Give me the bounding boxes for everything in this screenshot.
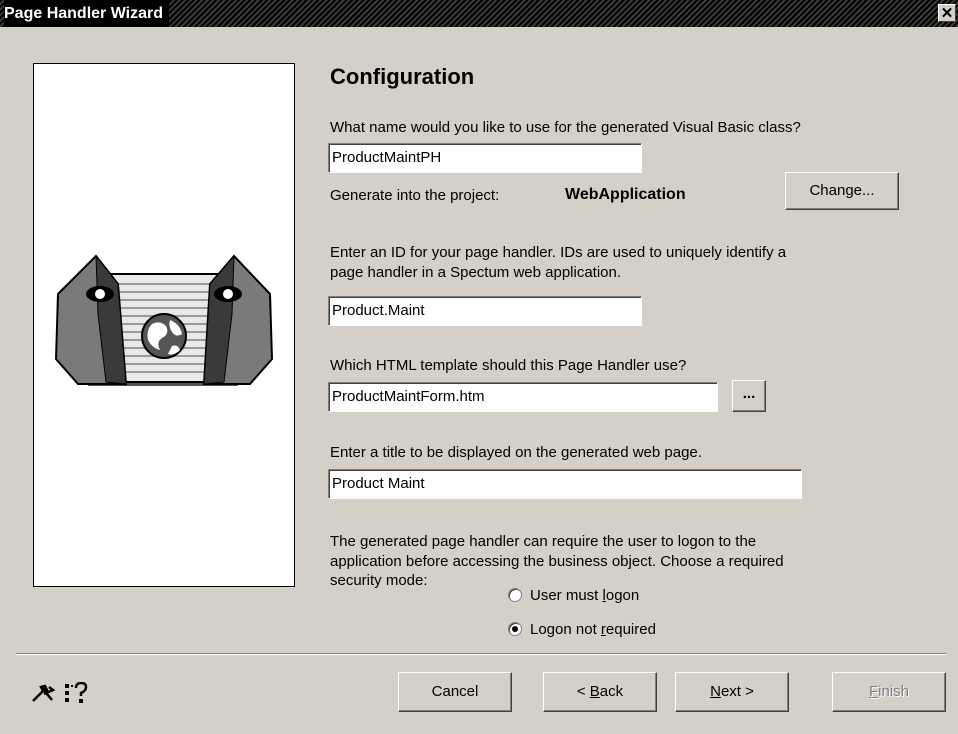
label-part: ext > <box>720 683 754 700</box>
template-input[interactable]: ProductMaintForm.htm <box>328 382 718 412</box>
radio-label-part: User must <box>530 587 603 604</box>
security-text-line2: application before accessing the busines… <box>330 553 784 570</box>
radio-label: User must logon <box>530 587 639 604</box>
close-icon: ✕ <box>940 5 954 22</box>
window-title: Page Handler Wizard <box>4 0 170 27</box>
help-tree-icon[interactable] <box>64 681 90 704</box>
wizard-image-panel <box>33 63 295 587</box>
footer-separator <box>16 653 946 655</box>
next-button-label: Next > <box>710 683 754 700</box>
radio-label-part: equired <box>605 621 656 638</box>
template-label: Which HTML template should this Page Han… <box>330 357 687 374</box>
change-button[interactable]: Change... <box>785 172 899 210</box>
id-instructions-line2: page handler in a Spectum web applicatio… <box>330 264 622 281</box>
security-text-line3: security mode: <box>330 572 428 589</box>
label-accel: N <box>710 683 721 700</box>
finish-button-label: Finish <box>869 683 909 700</box>
label-part: ack <box>599 683 624 700</box>
page-handler-id-input[interactable]: Product.Maint <box>328 296 642 326</box>
title-label: Enter a title to be displayed on the gen… <box>330 444 702 461</box>
project-name: WebApplication <box>565 186 686 203</box>
security-text-line1: The generated page handler can require t… <box>330 533 757 550</box>
radio-button-selected[interactable] <box>508 622 522 636</box>
label-part: < <box>576 683 590 700</box>
tools-icon[interactable] <box>30 684 56 704</box>
label-accel: F <box>868 683 879 700</box>
page-heading: Configuration <box>330 64 475 89</box>
class-name-label: What name would you like to use for the … <box>330 119 801 136</box>
back-button[interactable]: < Back <box>543 672 657 712</box>
wizard-window: Page Handler Wizard ✕ Configuration What… <box>0 0 958 734</box>
change-button-label: Change... <box>809 182 875 199</box>
label-part: inish <box>878 683 910 700</box>
class-name-input[interactable]: ProductMaintPH <box>328 143 642 173</box>
project-label: Generate into the project: <box>330 187 500 204</box>
radio-label-part: ogon <box>605 587 640 604</box>
radio-label: Logon not required <box>530 621 656 638</box>
next-button[interactable]: Next > <box>675 672 789 712</box>
cancel-button-label: Cancel <box>431 683 479 700</box>
radio-button[interactable] <box>508 588 522 602</box>
cancel-button[interactable]: Cancel <box>398 672 512 712</box>
finish-button[interactable]: Finish <box>832 672 946 712</box>
title-bar[interactable]: Page Handler Wizard ✕ <box>0 0 958 27</box>
back-button-label: < Back <box>577 683 623 700</box>
globe-gate-illustration <box>54 254 274 386</box>
label-accel: B <box>589 683 600 700</box>
browse-template-button[interactable]: ... <box>732 380 766 412</box>
page-title-input[interactable]: Product Maint <box>328 469 802 499</box>
id-instructions-line1: Enter an ID for your page handler. IDs a… <box>330 244 787 261</box>
radio-label-part: Logon not <box>530 621 601 638</box>
browse-icon: ... <box>742 385 756 402</box>
close-button[interactable]: ✕ <box>938 4 956 22</box>
